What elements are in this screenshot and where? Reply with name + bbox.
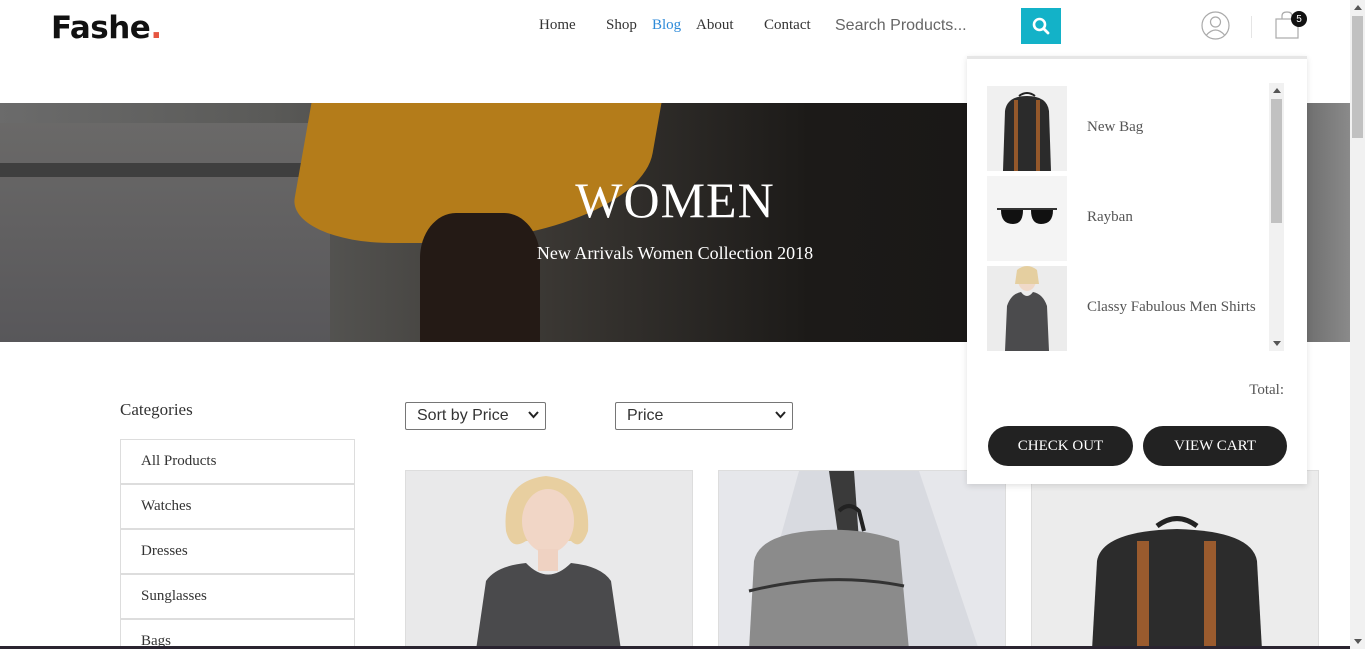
cart-item-name: New Bag [1087,119,1144,135]
cart-dropdown: New Bag Rayban Classy Fabulous Men Shirt… [967,56,1307,484]
sort-select-value: Sort by Price [417,407,509,424]
scroll-down-arrow-icon[interactable] [1273,341,1281,346]
user-icon[interactable] [1201,11,1230,40]
product-image-black-backpack [1032,471,1318,648]
checkout-button[interactable]: CHECK OUT [988,426,1133,466]
price-select-value: Price [627,407,664,424]
cart-scrollbar[interactable] [1269,83,1284,351]
product-card-3[interactable] [1031,470,1319,649]
scroll-up-arrow-icon[interactable] [1273,88,1281,93]
brand-logo[interactable]: Fashe. [51,10,162,46]
backpack-icon [987,86,1067,171]
scroll-down-arrow-icon[interactable] [1354,639,1362,644]
search-input[interactable] [825,9,1015,43]
header-divider [1251,16,1252,38]
search-button[interactable] [1021,8,1061,44]
cart-item-image [987,266,1067,351]
price-select[interactable]: Price [615,402,793,430]
search-icon [1032,17,1050,35]
nav-shop[interactable]: Shop [606,17,637,34]
cart-count-badge: 5 [1291,11,1307,27]
cart-item-image [987,176,1067,261]
product-image-knit-backpack [719,471,1005,648]
page-scrollbar[interactable] [1350,0,1365,649]
cart-item-name: Classy Fabulous Men Shirts [1087,299,1256,315]
cart-item[interactable]: Classy Fabulous Men Shirts [987,263,1287,353]
nav-contact[interactable]: Contact [764,17,811,34]
category-bags[interactable]: Bags [120,619,355,649]
cart-item[interactable]: New Bag [987,83,1287,173]
category-dresses[interactable]: Dresses [120,529,355,574]
scroll-up-arrow-icon[interactable] [1354,5,1362,10]
nav-about[interactable]: About [696,17,734,34]
cart-item[interactable]: Rayban [987,173,1287,263]
hero-background-wall [0,123,330,342]
shirt-icon [987,266,1067,351]
brand-name: Fashe [51,10,151,46]
cart-total-label: Total: [1249,382,1284,398]
cart-item-list: New Bag Rayban Classy Fabulous Men Shirt… [987,83,1287,353]
product-image-woman [406,471,692,648]
product-card-1[interactable] [405,470,693,649]
chevron-down-icon [775,411,786,419]
product-card-2[interactable] [718,470,1006,649]
nav-blog[interactable]: Blog [652,17,681,34]
category-all-products[interactable]: All Products [120,439,355,484]
chevron-down-icon [528,411,539,419]
category-sunglasses[interactable]: Sunglasses [120,574,355,619]
view-cart-button[interactable]: VIEW CART [1143,426,1287,466]
nav-home[interactable]: Home [539,17,576,34]
cart-item-image [987,86,1067,171]
cart-scrollbar-thumb[interactable] [1271,99,1282,223]
sort-by-price-select[interactable]: Sort by Price [405,402,546,430]
category-list: All Products Watches Dresses Sunglasses … [120,439,355,649]
hero-model-legs [420,213,540,342]
brand-dot: . [150,10,162,46]
categories-heading: Categories [120,400,193,419]
cart-item-name: Rayban [1087,209,1133,225]
category-watches[interactable]: Watches [120,484,355,529]
sunglasses-icon [987,176,1067,261]
page-scrollbar-thumb[interactable] [1352,16,1363,138]
